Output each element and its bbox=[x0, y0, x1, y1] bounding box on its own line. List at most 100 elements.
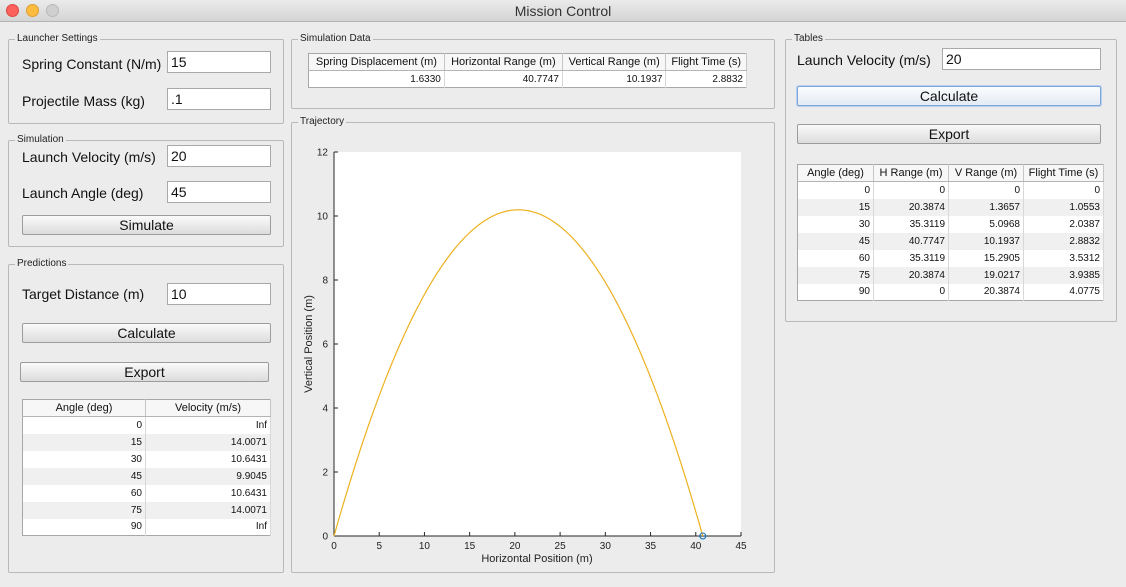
table-cell[interactable]: 0 bbox=[1023, 181, 1104, 199]
tables-title: Tables bbox=[792, 33, 825, 45]
table-cell[interactable]: 9.9045 bbox=[145, 467, 271, 485]
table-row[interactable]: 75 14.0071 bbox=[22, 501, 271, 519]
y-tick-label: 12 bbox=[317, 148, 329, 159]
table-cell[interactable]: 10.1937 bbox=[562, 70, 667, 88]
y-tick-label: 4 bbox=[322, 404, 328, 415]
table-row[interactable]: 90 Inf bbox=[22, 518, 271, 536]
launch-velocity-input[interactable] bbox=[167, 145, 271, 167]
table-cell[interactable]: 10.6431 bbox=[145, 450, 271, 468]
tables-header-angle[interactable]: Angle (deg) bbox=[797, 164, 874, 182]
table-cell[interactable]: 15.2905 bbox=[948, 249, 1024, 267]
predictions-header-angle[interactable]: Angle (deg) bbox=[22, 399, 146, 417]
table-cell[interactable]: 1.3657 bbox=[948, 198, 1024, 216]
predictions-calculate-button[interactable]: Calculate bbox=[22, 323, 271, 343]
table-cell[interactable]: 1.6330 bbox=[308, 70, 445, 88]
target-distance-input[interactable] bbox=[167, 283, 271, 305]
table-cell[interactable]: 20.3874 bbox=[873, 198, 949, 216]
sim-header-vertical-range[interactable]: Vertical Range (m) bbox=[562, 53, 667, 71]
projectile-mass-input[interactable] bbox=[167, 88, 271, 110]
close-window-button[interactable] bbox=[6, 4, 19, 17]
table-cell[interactable]: 40.7747 bbox=[444, 70, 563, 88]
tables-results-table[interactable]: Angle (deg) H Range (m) V Range (m) Flig… bbox=[797, 164, 1104, 301]
x-tick-label: 45 bbox=[735, 541, 747, 552]
table-cell[interactable]: 20.3874 bbox=[873, 266, 949, 284]
table-row[interactable]: 30 10.6431 bbox=[22, 450, 271, 468]
table-cell[interactable]: Inf bbox=[145, 518, 271, 536]
table-row[interactable]: 1.6330 40.7747 10.1937 2.8832 bbox=[308, 70, 747, 88]
table-cell[interactable]: 10.6431 bbox=[145, 484, 271, 502]
table-cell[interactable]: 60 bbox=[797, 249, 874, 267]
table-cell[interactable]: 15 bbox=[797, 198, 874, 216]
table-row[interactable]: 0000 bbox=[797, 181, 1104, 199]
trajectory-title: Trajectory bbox=[298, 116, 347, 128]
y-tick-label: 2 bbox=[322, 468, 328, 479]
predictions-header-velocity[interactable]: Velocity (m/s) bbox=[145, 399, 271, 417]
table-cell[interactable]: 20.3874 bbox=[948, 283, 1024, 301]
table-cell[interactable]: 45 bbox=[22, 467, 146, 485]
zoom-window-button[interactable] bbox=[46, 4, 59, 17]
trajectory-chart[interactable]: 0 5 10 15 20 25 30 35 40 45 0 2 4 6 8 10 12 Horizontal P… bbox=[298, 130, 768, 570]
table-cell[interactable]: 5.0968 bbox=[948, 215, 1024, 233]
table-cell[interactable]: 40.7747 bbox=[873, 232, 949, 250]
table-row[interactable]: 60 10.6431 bbox=[22, 484, 271, 502]
table-cell[interactable]: 0 bbox=[22, 416, 146, 434]
table-cell[interactable]: 10.1937 bbox=[948, 232, 1024, 250]
y-axis-label: Vertical Position (m) bbox=[303, 295, 315, 393]
table-cell[interactable]: 4.0775 bbox=[1023, 283, 1104, 301]
table-cell[interactable]: 30 bbox=[22, 450, 146, 468]
table-cell[interactable]: 0 bbox=[948, 181, 1024, 199]
tables-launch-velocity-input[interactable] bbox=[942, 48, 1101, 70]
table-row[interactable]: 0 Inf bbox=[22, 416, 271, 434]
tables-header-flight-time[interactable]: Flight Time (s) bbox=[1023, 164, 1104, 182]
table-cell[interactable]: 90 bbox=[797, 283, 874, 301]
spring-constant-input[interactable] bbox=[167, 51, 271, 73]
table-cell[interactable]: 75 bbox=[797, 266, 874, 284]
table-cell[interactable]: 45 bbox=[797, 232, 874, 250]
table-cell[interactable]: 35.3119 bbox=[873, 249, 949, 267]
minimize-window-button[interactable] bbox=[26, 4, 39, 17]
table-cell[interactable]: 3.5312 bbox=[1023, 249, 1104, 267]
table-row[interactable]: 90 0 20.3874 4.0775 bbox=[797, 283, 1104, 301]
simulation-data-table[interactable]: Spring Displacement (m) Horizontal Range… bbox=[308, 53, 747, 88]
table-cell[interactable]: 14.0071 bbox=[145, 501, 271, 519]
table-cell[interactable]: 90 bbox=[22, 518, 146, 536]
table-cell[interactable]: 2.8832 bbox=[665, 70, 747, 88]
table-row[interactable]: 15 20.3874 1.3657 1.0553 bbox=[797, 198, 1104, 216]
table-cell[interactable]: 35.3119 bbox=[873, 215, 949, 233]
predictions-table[interactable]: Angle (deg) Velocity (m/s) 0 Inf 15 14.007… bbox=[22, 399, 271, 536]
tables-calculate-button[interactable]: Calculate bbox=[797, 86, 1101, 106]
table-cell[interactable]: 75 bbox=[22, 501, 146, 519]
table-cell[interactable]: 2.8832 bbox=[1023, 232, 1104, 250]
table-cell[interactable]: 30 bbox=[797, 215, 874, 233]
sim-header-flight-time[interactable]: Flight Time (s) bbox=[665, 53, 747, 71]
table-row[interactable]: 45 40.7747 10.1937 2.8832 bbox=[797, 232, 1104, 250]
tables-export-button[interactable]: Export bbox=[797, 124, 1101, 144]
table-cell[interactable]: 0 bbox=[873, 181, 949, 199]
tables-header-h-range[interactable]: H Range (m) bbox=[873, 164, 949, 182]
table-row[interactable]: 30 35.3119 5.0968 2.0387 bbox=[797, 215, 1104, 233]
simulate-button[interactable]: Simulate bbox=[22, 215, 271, 235]
sim-header-spring-displacement[interactable]: Spring Displacement (m) bbox=[308, 53, 445, 71]
table-cell[interactable]: Inf bbox=[145, 416, 271, 434]
tables-header-v-range[interactable]: V Range (m) bbox=[948, 164, 1024, 182]
launch-velocity-label: Launch Velocity (m/s) bbox=[22, 149, 156, 165]
table-cell[interactable]: 19.0217 bbox=[948, 266, 1024, 284]
table-cell[interactable]: 15 bbox=[22, 433, 146, 451]
table-row[interactable]: 75 20.3874 19.0217 3.9385 bbox=[797, 266, 1104, 284]
projectile-mass-label: Projectile Mass (kg) bbox=[22, 93, 145, 109]
table-cell[interactable]: 3.9385 bbox=[1023, 266, 1104, 284]
table-row[interactable]: 45 9.9045 bbox=[22, 467, 271, 485]
table-cell[interactable]: 2.0387 bbox=[1023, 215, 1104, 233]
table-row[interactable]: 60 35.3119 15.2905 3.5312 bbox=[797, 249, 1104, 267]
y-tick-label: 6 bbox=[322, 340, 328, 351]
table-cell[interactable]: 14.0071 bbox=[145, 433, 271, 451]
table-cell[interactable]: 60 bbox=[22, 484, 146, 502]
table-cell[interactable]: 0 bbox=[873, 283, 949, 301]
sim-header-horizontal-range[interactable]: Horizontal Range (m) bbox=[444, 53, 563, 71]
predictions-export-button[interactable]: Export bbox=[20, 362, 269, 382]
table-cell[interactable]: 0 bbox=[797, 181, 874, 199]
spring-constant-label: Spring Constant (N/m) bbox=[22, 56, 162, 72]
table-cell[interactable]: 1.0553 bbox=[1023, 198, 1104, 216]
launch-angle-input[interactable] bbox=[167, 181, 271, 203]
table-row[interactable]: 15 14.0071 bbox=[22, 433, 271, 451]
